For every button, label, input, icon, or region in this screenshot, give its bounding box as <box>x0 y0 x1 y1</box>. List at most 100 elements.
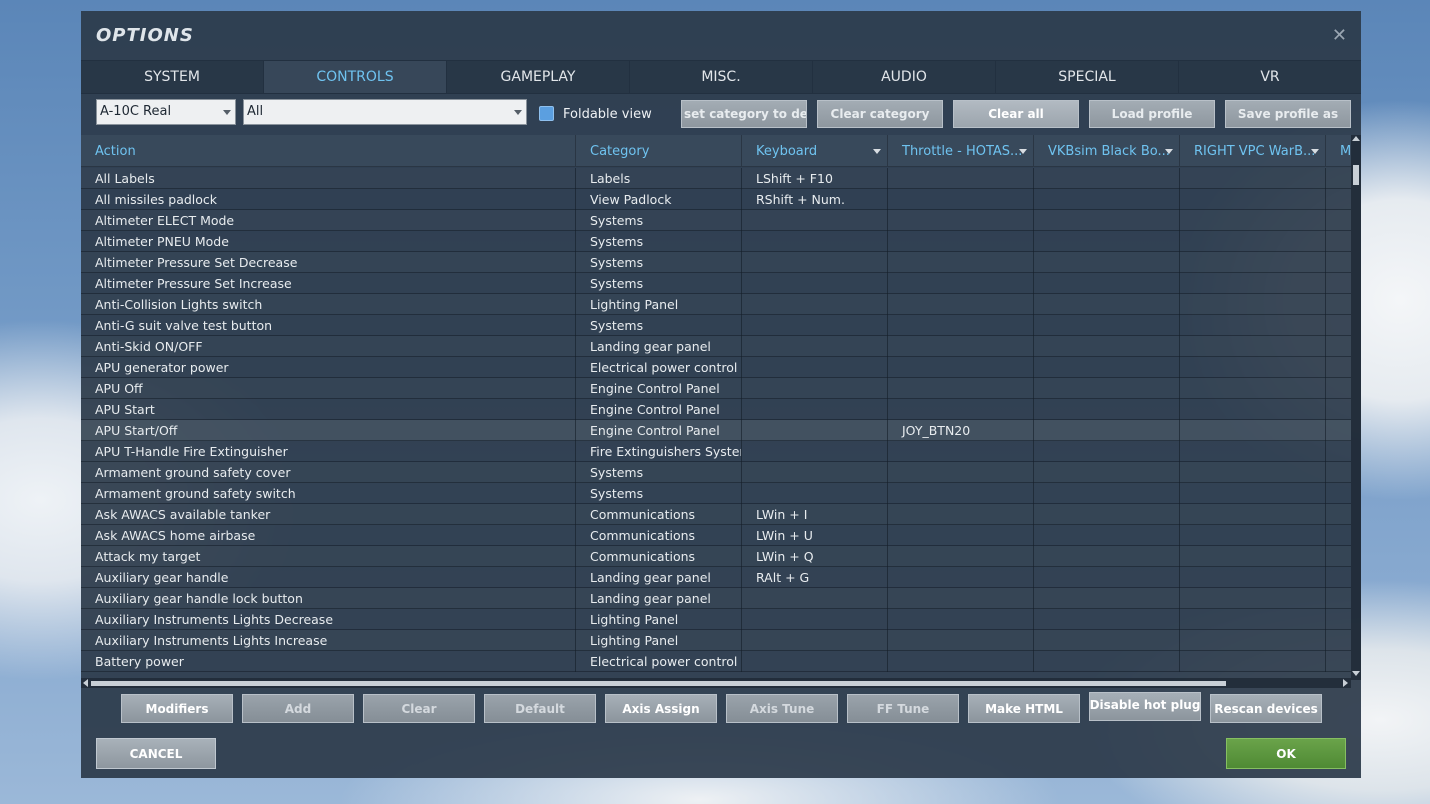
cell-throttle[interactable] <box>888 294 1034 315</box>
cell-category[interactable]: View Padlock <box>576 189 742 210</box>
close-icon[interactable]: ✕ <box>1332 25 1347 46</box>
cell-throttle[interactable] <box>888 378 1034 399</box>
default-button[interactable]: Default <box>484 694 596 723</box>
cell-action[interactable]: APU Start/Off <box>81 420 576 441</box>
cell-action[interactable]: All missiles padlock <box>81 189 576 210</box>
table-row[interactable]: Auxiliary gear handle Landing gear panel R… <box>81 567 1351 588</box>
cell-category[interactable]: Fire Extinguishers System <box>576 441 742 462</box>
tab-vr[interactable]: VR <box>1179 61 1361 93</box>
cell-more[interactable] <box>1326 273 1351 294</box>
cell-throttle[interactable] <box>888 567 1034 588</box>
cell-vkbsim[interactable] <box>1034 546 1180 567</box>
cell-throttle[interactable] <box>888 588 1034 609</box>
tab-gameplay[interactable]: GAMEPLAY <box>447 61 630 93</box>
cell-right-vpc[interactable] <box>1180 420 1326 441</box>
cell-right-vpc[interactable] <box>1180 336 1326 357</box>
cell-right-vpc[interactable] <box>1180 546 1326 567</box>
cell-right-vpc[interactable] <box>1180 315 1326 336</box>
cell-action[interactable]: Ask AWACS available tanker <box>81 504 576 525</box>
cell-more[interactable] <box>1326 567 1351 588</box>
make-html-button[interactable]: Make HTML <box>968 694 1080 723</box>
cell-action[interactable]: Auxiliary gear handle <box>81 567 576 588</box>
cell-throttle[interactable] <box>888 504 1034 525</box>
cell-more[interactable] <box>1326 231 1351 252</box>
cell-right-vpc[interactable] <box>1180 252 1326 273</box>
cell-category[interactable]: Systems <box>576 210 742 231</box>
clear-button[interactable]: Clear <box>363 694 475 723</box>
cell-keyboard[interactable] <box>742 357 888 378</box>
category-select[interactable]: All <box>243 99 527 125</box>
cell-more[interactable] <box>1326 189 1351 210</box>
cell-category[interactable]: Engine Control Panel <box>576 420 742 441</box>
cell-right-vpc[interactable] <box>1180 210 1326 231</box>
cell-action[interactable]: APU generator power <box>81 357 576 378</box>
cell-category[interactable]: Landing gear panel <box>576 588 742 609</box>
cell-keyboard[interactable] <box>742 336 888 357</box>
table-row[interactable]: Ask AWACS home airbase Communications LWin… <box>81 525 1351 546</box>
cell-keyboard[interactable] <box>742 630 888 651</box>
chevron-down-icon[interactable] <box>873 149 881 154</box>
cell-vkbsim[interactable] <box>1034 231 1180 252</box>
tab-special[interactable]: SPECIAL <box>996 61 1179 93</box>
cell-vkbsim[interactable] <box>1034 630 1180 651</box>
cell-vkbsim[interactable] <box>1034 462 1180 483</box>
cell-right-vpc[interactable] <box>1180 483 1326 504</box>
table-row[interactable]: Altimeter ELECT Mode Systems <box>81 210 1351 231</box>
table-row[interactable]: Auxiliary gear handle lock button Landing… <box>81 588 1351 609</box>
cell-more[interactable] <box>1326 609 1351 630</box>
axis-assign-button[interactable]: Axis Assign <box>605 694 717 723</box>
cell-vkbsim[interactable] <box>1034 336 1180 357</box>
cell-keyboard[interactable]: RAlt + G <box>742 567 888 588</box>
cell-throttle[interactable] <box>888 651 1034 672</box>
aircraft-select[interactable]: A-10C Real <box>96 99 236 125</box>
cell-more[interactable] <box>1326 462 1351 483</box>
table-row[interactable]: Battery power Electrical power control pa <box>81 651 1351 672</box>
add-button[interactable]: Add <box>242 694 354 723</box>
chevron-down-icon[interactable] <box>1311 149 1319 154</box>
column-header-more[interactable]: M <box>1326 135 1351 167</box>
cell-right-vpc[interactable] <box>1180 378 1326 399</box>
cell-vkbsim[interactable] <box>1034 378 1180 399</box>
horizontal-scrollbar[interactable] <box>81 678 1351 688</box>
clear-category-button[interactable]: Clear category <box>817 100 943 128</box>
tab-controls[interactable]: CONTROLS <box>264 61 447 93</box>
disable-hot-plug-button[interactable]: Disable hot plug <box>1089 692 1201 721</box>
cell-keyboard[interactable]: RShift + Num. <box>742 189 888 210</box>
cell-category[interactable]: Electrical power control pa <box>576 651 742 672</box>
vertical-scroll-thumb[interactable] <box>1353 165 1359 185</box>
cell-throttle[interactable] <box>888 273 1034 294</box>
cell-more[interactable] <box>1326 378 1351 399</box>
cell-category[interactable]: Systems <box>576 315 742 336</box>
foldable-view-checkbox[interactable] <box>539 106 554 121</box>
cell-category[interactable]: Engine Control Panel <box>576 378 742 399</box>
cell-vkbsim[interactable] <box>1034 399 1180 420</box>
cell-right-vpc[interactable] <box>1180 357 1326 378</box>
cell-action[interactable]: APU T-Handle Fire Extinguisher <box>81 441 576 462</box>
cell-right-vpc[interactable] <box>1180 273 1326 294</box>
table-row[interactable]: All Labels Labels LShift + F10 <box>81 168 1351 189</box>
cell-more[interactable] <box>1326 504 1351 525</box>
cell-throttle[interactable] <box>888 609 1034 630</box>
scroll-up-icon[interactable] <box>1352 136 1360 141</box>
cell-vkbsim[interactable] <box>1034 504 1180 525</box>
cell-right-vpc[interactable] <box>1180 567 1326 588</box>
cell-throttle[interactable] <box>888 357 1034 378</box>
table-row[interactable]: Anti-Collision Lights switch Lighting Pan… <box>81 294 1351 315</box>
cell-keyboard[interactable] <box>742 420 888 441</box>
clear-all-button[interactable]: Clear all <box>953 100 1079 128</box>
cell-action[interactable]: Auxiliary Instruments Lights Decrease <box>81 609 576 630</box>
cell-category[interactable]: Lighting Panel <box>576 630 742 651</box>
cell-more[interactable] <box>1326 399 1351 420</box>
cell-keyboard[interactable] <box>742 315 888 336</box>
cell-keyboard[interactable] <box>742 588 888 609</box>
cell-category[interactable]: Labels <box>576 168 742 189</box>
cell-category[interactable]: Lighting Panel <box>576 294 742 315</box>
cell-more[interactable] <box>1326 168 1351 189</box>
cell-right-vpc[interactable] <box>1180 630 1326 651</box>
table-row[interactable]: Armament ground safety cover Systems <box>81 462 1351 483</box>
column-header-keyboard[interactable]: Keyboard <box>742 135 888 167</box>
cell-more[interactable] <box>1326 630 1351 651</box>
cell-more[interactable] <box>1326 210 1351 231</box>
cell-category[interactable]: Lighting Panel <box>576 609 742 630</box>
cell-right-vpc[interactable] <box>1180 462 1326 483</box>
